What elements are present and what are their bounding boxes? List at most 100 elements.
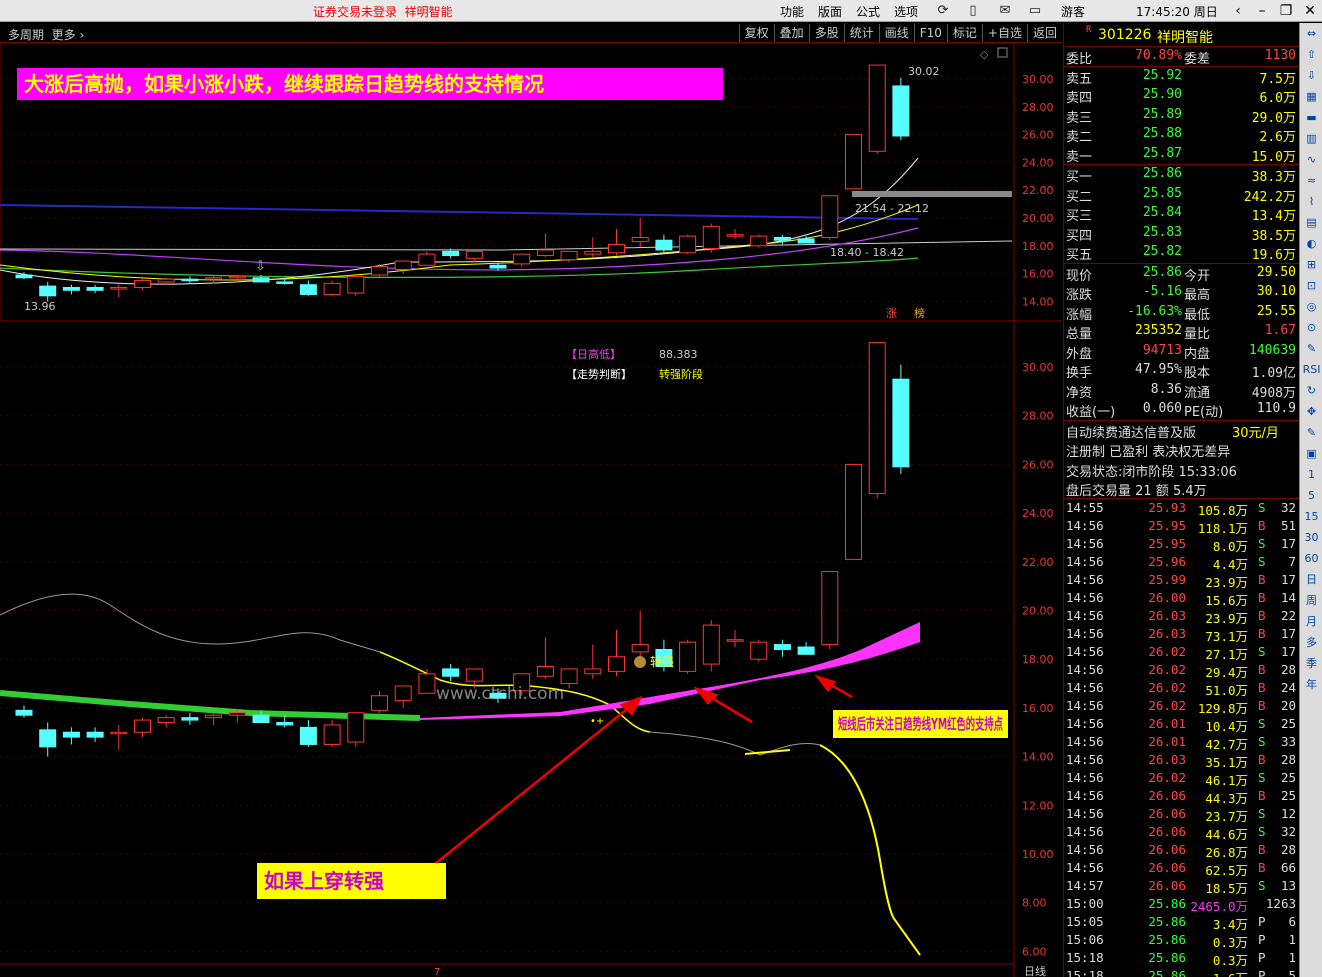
side-tool-icon[interactable]: ⊞ — [1300, 254, 1322, 275]
multi-stock-button[interactable]: 多股 — [808, 24, 844, 42]
draw-line-button[interactable]: 画线 — [878, 24, 914, 42]
side-tool-icon[interactable]: ▬ — [1300, 107, 1322, 128]
menu-formula[interactable]: 公式 — [856, 3, 880, 20]
sell-level: 卖五 25.92 7.5万 — [1066, 67, 1296, 87]
stock-header: R 301226 祥明智能 — [1064, 23, 1299, 47]
trend-line-ym — [420, 622, 920, 720]
mark-button[interactable]: 标记 — [946, 24, 982, 42]
minimize-icon[interactable]: – — [1250, 1, 1274, 21]
phone-icon[interactable]: ▯ — [964, 2, 982, 19]
low-label: 13.96 — [24, 300, 56, 313]
trade-tick: 14:56 26.06 44.6万 S 32 — [1066, 823, 1296, 842]
candle-body — [702, 624, 720, 665]
side-tool-icon[interactable]: ⊙ — [1300, 317, 1322, 338]
stat-row: 总量 235352 量比 1.67 — [1066, 323, 1296, 342]
candle-body — [181, 278, 199, 282]
quote-panel: R 301226 祥明智能 委比 70.89% 委差 1130 卖五 25.92 7… — [1063, 23, 1299, 977]
candle-body — [134, 280, 151, 288]
back-icon[interactable]: ‹ — [1226, 1, 1250, 21]
candle-body — [773, 236, 791, 241]
stock-name: 祥明智能 — [1157, 30, 1213, 46]
side-tool-icon[interactable]: ⇩ — [1300, 65, 1322, 86]
side-tool-icon[interactable]: ▦ — [1300, 86, 1322, 107]
candle-body — [394, 260, 412, 270]
y-tick: 18.00 — [1022, 653, 1054, 666]
multi-period-button[interactable]: 多周期 — [8, 28, 44, 42]
candle-body — [205, 714, 223, 719]
side-tool-icon[interactable]: ◐ — [1300, 233, 1322, 254]
add-watch-button[interactable]: +自选 — [981, 24, 1027, 42]
ad-row[interactable]: 自动续费通达信普及版 30元/月 — [1064, 421, 1299, 441]
side-tool-icon[interactable]: ✥ — [1300, 401, 1322, 422]
period-button[interactable]: 季 — [1300, 653, 1322, 674]
period-button[interactable]: 周 — [1300, 590, 1322, 611]
trade-tick: 14:56 26.06 26.8万 B 28 — [1066, 841, 1296, 860]
trade-tick: 14:56 26.06 23.7万 S 12 — [1066, 805, 1296, 824]
rights-button[interactable]: 复权 — [738, 24, 774, 42]
period-label[interactable]: 日线 — [1024, 964, 1046, 977]
menu-layout[interactable]: 版面 — [818, 3, 842, 20]
side-tool-icon[interactable]: ▣ — [1300, 443, 1322, 464]
period-button[interactable]: 年 — [1300, 674, 1322, 695]
close-icon[interactable]: ✕ — [1298, 1, 1322, 21]
candle-body — [157, 278, 175, 283]
side-tool-icon[interactable]: ∿ — [1300, 149, 1322, 170]
candle-body — [323, 282, 341, 295]
commission-ratio: 70.89% — [1135, 48, 1182, 63]
side-tool-icon[interactable]: ⊡ — [1300, 275, 1322, 296]
f10-button[interactable]: F10 — [913, 24, 947, 42]
candle-body — [513, 253, 531, 265]
side-tool-icon[interactable]: ✎ — [1300, 422, 1322, 443]
login-notice[interactable]: 证券交易未登录 祥明智能 — [313, 3, 453, 20]
y-tick: 28.00 — [1022, 410, 1054, 423]
trade-ticks[interactable]: 14:55 25.93 105.8万 S 32 14:56 25.95 118.1万 B 51 14… — [1064, 499, 1299, 977]
guest-label[interactable]: 游客 — [1061, 3, 1085, 20]
period-button[interactable]: 1 — [1300, 464, 1322, 485]
restore-icon[interactable]: ❐ — [1274, 1, 1298, 21]
y-tick: 20.00 — [1022, 605, 1054, 618]
side-tool-icon[interactable]: ≈ — [1300, 170, 1322, 191]
side-tool-icon[interactable]: ⌇ — [1300, 191, 1322, 212]
price-band — [852, 191, 1012, 197]
doc-icon[interactable]: ▭ — [1026, 2, 1044, 19]
candle-body — [205, 277, 223, 280]
period-button[interactable]: 30 — [1300, 527, 1322, 548]
side-tool-icon[interactable]: ↻ — [1300, 380, 1322, 401]
side-tool-icon[interactable]: ⇧ — [1300, 44, 1322, 65]
overlay-button[interactable]: 叠加 — [773, 24, 809, 42]
menu-function[interactable]: 功能 — [780, 3, 804, 20]
y-tick: 16.00 — [1022, 702, 1054, 715]
side-tool-icon[interactable]: ▥ — [1300, 128, 1322, 149]
candle-body — [157, 717, 175, 724]
more-button[interactable]: 更多 — [52, 28, 76, 42]
side-tool-icon[interactable]: ✎ — [1300, 338, 1322, 359]
candle-body — [845, 134, 862, 190]
side-tool-icon[interactable]: ◎ — [1300, 296, 1322, 317]
candle-body — [347, 712, 365, 743]
expand-icon[interactable] — [997, 47, 1008, 58]
trade-tick: 15:06 25.86 0.3万 P 1 — [1066, 931, 1296, 950]
period-button[interactable]: 多 — [1300, 632, 1322, 653]
candle-body — [750, 235, 768, 247]
period-button[interactable]: 15 — [1300, 506, 1322, 527]
mail-icon[interactable]: ✉ — [996, 2, 1014, 19]
period-button[interactable]: 日 — [1300, 569, 1322, 590]
range-label-1: 21.54 - 22.12 — [855, 202, 929, 215]
commission-diff: 1130 — [1264, 48, 1296, 63]
stats-button[interactable]: 统计 — [843, 24, 879, 42]
return-button[interactable]: 返回 — [1026, 24, 1062, 42]
menu-options[interactable]: 选项 — [894, 3, 918, 20]
period-button[interactable]: 60 — [1300, 548, 1322, 569]
candle-body — [702, 225, 720, 250]
stat-row: 涨幅 -16.63% 最低 25.55 — [1066, 303, 1296, 323]
side-tool-icon[interactable]: ⇔ — [1300, 23, 1322, 44]
candle-body — [62, 287, 80, 291]
buy-level: 买二 25.85 242.2万 — [1066, 185, 1296, 205]
kline-chart[interactable]: ⇩ 大涨后高抛，如果小涨小跌，继续跟踪日趋势线的支持情况 30.02 13.96… — [0, 43, 1062, 977]
period-button[interactable]: 月 — [1300, 611, 1322, 632]
period-button[interactable]: 5 — [1300, 485, 1322, 506]
side-tool-icon[interactable]: RSI — [1300, 359, 1322, 380]
side-tool-icon[interactable]: ▤ — [1300, 212, 1322, 233]
top-menu: 功能 版面 公式 选项 — [780, 3, 918, 20]
refresh-icon[interactable]: ⟳ — [934, 2, 952, 19]
